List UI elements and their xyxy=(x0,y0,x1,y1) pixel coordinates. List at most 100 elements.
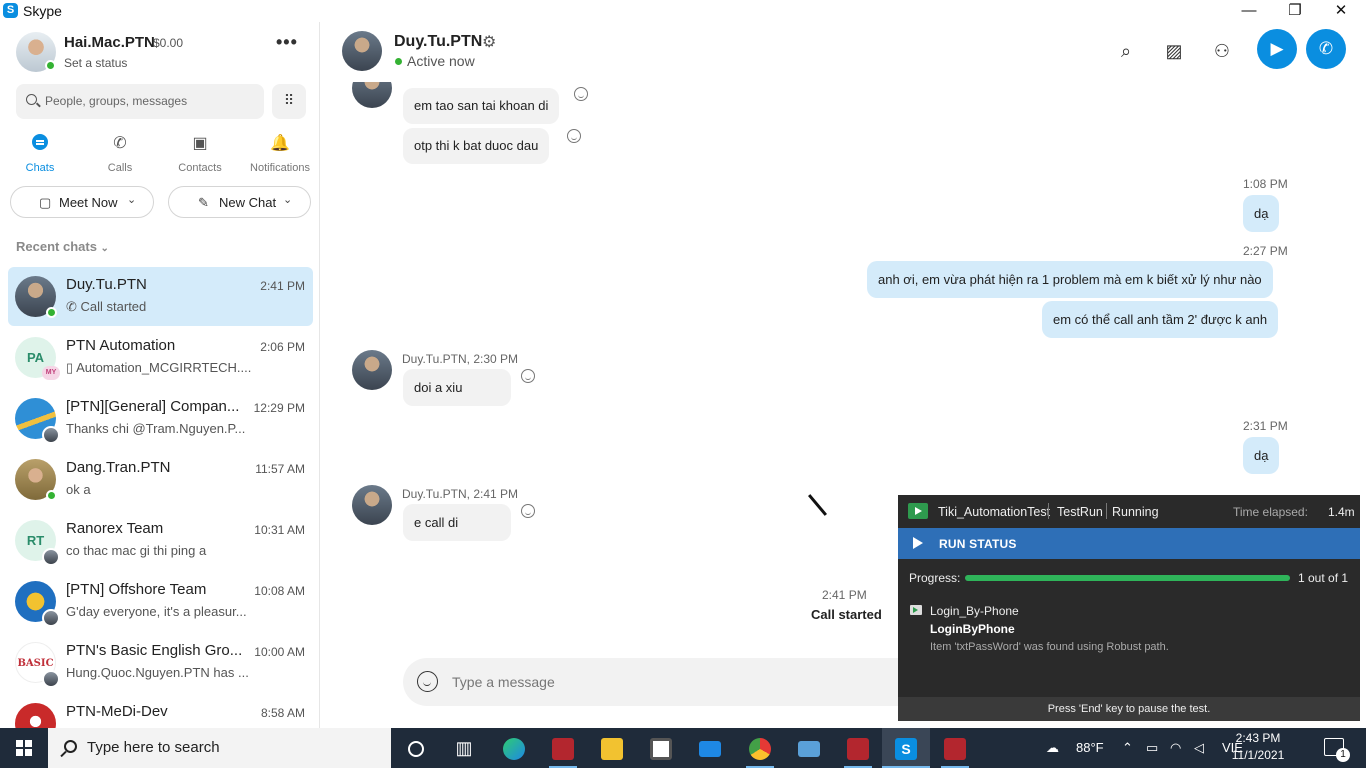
chat-item-ptn-general[interactable]: [PTN][General] Compan... 12:29 PM Thanks… xyxy=(8,389,313,448)
video-call-button[interactable]: ▶ xyxy=(1257,29,1297,69)
contact-name[interactable]: Duy.Tu.PTN xyxy=(394,33,482,51)
new-chat-button[interactable]: ✎ New Chat ⌄ xyxy=(168,186,311,218)
call-started-notice: Call started xyxy=(811,607,882,622)
progress-bar xyxy=(965,575,1290,581)
meet-now-button[interactable]: ▢ Meet Now ⌄ xyxy=(10,186,154,218)
contact-avatar[interactable] xyxy=(342,31,382,71)
more-options-button[interactable]: ••• xyxy=(276,32,298,53)
chevron-up-icon[interactable]: ⌃ xyxy=(1122,728,1133,768)
skype-credit[interactable]: $0.00 xyxy=(153,36,183,50)
store-icon[interactable] xyxy=(637,728,685,768)
search-icon[interactable]: ⌕ xyxy=(1113,38,1139,64)
message-bubble[interactable]: e call di xyxy=(403,504,511,541)
emoji-icon[interactable] xyxy=(417,671,438,692)
volume-icon[interactable]: ◁ xyxy=(1194,728,1204,768)
chat-item-offshore-team[interactable]: [PTN] Offshore Team 10:08 AM G'day every… xyxy=(8,572,313,631)
chat-name: PTN-MeDi-Dev xyxy=(66,703,168,720)
skype-taskbar-icon[interactable]: S xyxy=(882,728,930,768)
mini-avatar xyxy=(42,609,60,627)
search-input[interactable]: People, groups, messages xyxy=(16,84,264,119)
chat-item-ranorex-team[interactable]: RT Ranorex Team 10:31 AM co thac mac gi … xyxy=(8,511,313,570)
chat-item-dang-tran[interactable]: Dang.Tran.PTN 11:57 AM ok a xyxy=(8,450,313,509)
ranorex-studio-icon[interactable] xyxy=(539,728,587,768)
wifi-icon[interactable]: ◠ xyxy=(1170,728,1181,768)
message-sender-meta: Duy.Tu.PTN, 2:41 PM xyxy=(402,487,519,501)
system-clock[interactable]: 2:43 PM 11/1/2021 xyxy=(1228,730,1288,764)
chat-name: PTN Automation xyxy=(66,337,176,354)
test-case-name: Login_By-Phone xyxy=(930,604,1019,618)
message-bubble[interactable]: em tao san tai khoan di xyxy=(403,88,560,124)
chat-item-duy-tu[interactable]: Duy.Tu.PTN 2:41 PM ✆ Call started xyxy=(8,267,313,326)
weather-temperature[interactable]: 88°F xyxy=(1076,728,1104,768)
run-status-bar[interactable]: RUN STATUS xyxy=(898,528,1360,559)
chat-item-medi-dev[interactable]: PTN-MeDi-Dev 8:58 AM xyxy=(8,694,313,728)
tab-contacts[interactable]: ▣ Contacts xyxy=(160,134,240,178)
chat-preview: Hung.Quoc.Nguyen.PTN has ... xyxy=(66,665,249,680)
message-bubble[interactable]: dạ xyxy=(1243,437,1280,474)
edge-icon[interactable] xyxy=(490,728,538,768)
chevron-down-icon: ⌄ xyxy=(100,243,109,254)
chat-item-basic-english[interactable]: BASIC PTN's Basic English Gro... 10:00 A… xyxy=(8,633,313,692)
tab-calls[interactable]: ✆ Calls xyxy=(80,134,160,178)
chat-time: 8:58 AM xyxy=(260,706,305,720)
gear-icon[interactable]: ⚙ xyxy=(482,32,496,52)
ranorex-run-status-popup[interactable]: Tiki_AutomationTest TestRun Running Time… xyxy=(898,495,1360,721)
close-button[interactable]: ✕ xyxy=(1318,0,1364,22)
message-input[interactable]: Type a message xyxy=(403,658,923,706)
test-module-name: LoginByPhone xyxy=(930,622,1015,636)
gallery-icon[interactable]: ▨ xyxy=(1161,38,1187,64)
compose-icon: ✎ xyxy=(198,195,209,210)
tab-chats[interactable]: Chats xyxy=(0,134,80,178)
run-state: Running xyxy=(1112,505,1159,519)
clock-date: 11/1/2021 xyxy=(1231,748,1285,762)
start-button[interactable] xyxy=(0,728,48,768)
ranorex-runner-icon[interactable] xyxy=(834,728,882,768)
set-status-link[interactable]: Set a status xyxy=(64,56,127,70)
smiley-icon[interactable] xyxy=(521,504,535,518)
new-chat-label: New Chat xyxy=(219,195,277,210)
tab-notifications[interactable]: 🔔 Notifications xyxy=(240,134,319,178)
minimize-button[interactable]: — xyxy=(1226,0,1272,22)
meet-now-label: Meet Now xyxy=(59,195,118,210)
taskbar-search-box[interactable]: Type here to search xyxy=(48,728,391,768)
message-bubble[interactable]: dạ xyxy=(1243,195,1280,232)
add-people-icon[interactable]: ⚇ xyxy=(1209,38,1235,64)
message-bubble[interactable]: em có thể call anh tầm 2' được k anh xyxy=(1042,301,1279,338)
chrome-icon[interactable] xyxy=(736,728,784,768)
cortana-icon[interactable] xyxy=(392,728,440,768)
test-detail: Item 'txtPassWord' was found using Robus… xyxy=(930,641,1169,653)
remote-desktop-icon[interactable] xyxy=(785,728,833,768)
chat-time: 10:31 AM xyxy=(254,523,305,537)
play-icon xyxy=(913,537,923,549)
chat-name: PTN's Basic English Gro... xyxy=(66,642,243,659)
smiley-icon[interactable] xyxy=(521,369,535,383)
smiley-icon[interactable] xyxy=(567,129,581,143)
task-view-icon[interactable]: ▥ xyxy=(440,728,488,768)
battery-icon[interactable]: ▭ xyxy=(1146,728,1158,768)
message-bubble[interactable]: doi a xiu xyxy=(403,369,511,406)
message-bubble[interactable]: otp thi k bat duoc dau xyxy=(403,128,550,164)
mail-icon[interactable] xyxy=(686,728,734,768)
profile-header[interactable]: Hai.Mac.PTN $0.00 Set a status xyxy=(16,32,316,76)
chat-time: 2:06 PM xyxy=(260,340,305,354)
ranorex-recorder-icon[interactable] xyxy=(931,728,979,768)
camera-icon: ▢ xyxy=(39,195,52,210)
mini-avatar xyxy=(42,426,60,444)
smiley-icon[interactable] xyxy=(574,87,588,101)
message-bubble[interactable]: anh ơi, em vừa phát hiện ra 1 problem mà… xyxy=(867,261,1273,298)
restore-button[interactable]: ❐ xyxy=(1272,0,1318,22)
chat-time: 11:57 AM xyxy=(255,462,305,476)
audio-call-button[interactable]: ✆ xyxy=(1306,29,1346,69)
file-explorer-icon[interactable] xyxy=(588,728,636,768)
recent-chats-header[interactable]: Recent chats ⌄ xyxy=(16,239,109,254)
elapsed-value: 1.4m xyxy=(1328,505,1355,519)
file-icon: ▯ xyxy=(66,360,77,375)
chat-item-ptn-automation[interactable]: PA MY PTN Automation 2:06 PM ▯ Automatio… xyxy=(8,328,313,387)
dialpad-button[interactable]: ⠿ xyxy=(272,84,306,119)
weather-icon[interactable]: ☁ xyxy=(1046,728,1059,768)
profile-name[interactable]: Hai.Mac.PTN xyxy=(64,34,155,51)
chat-preview: ▯ Automation_MCGIRRTECH.... xyxy=(66,360,252,375)
chat-preview: co thac mac gi thi ping a xyxy=(66,543,207,558)
chat-name: [PTN][General] Compan... xyxy=(66,398,240,415)
chat-time: 10:08 AM xyxy=(254,584,305,598)
